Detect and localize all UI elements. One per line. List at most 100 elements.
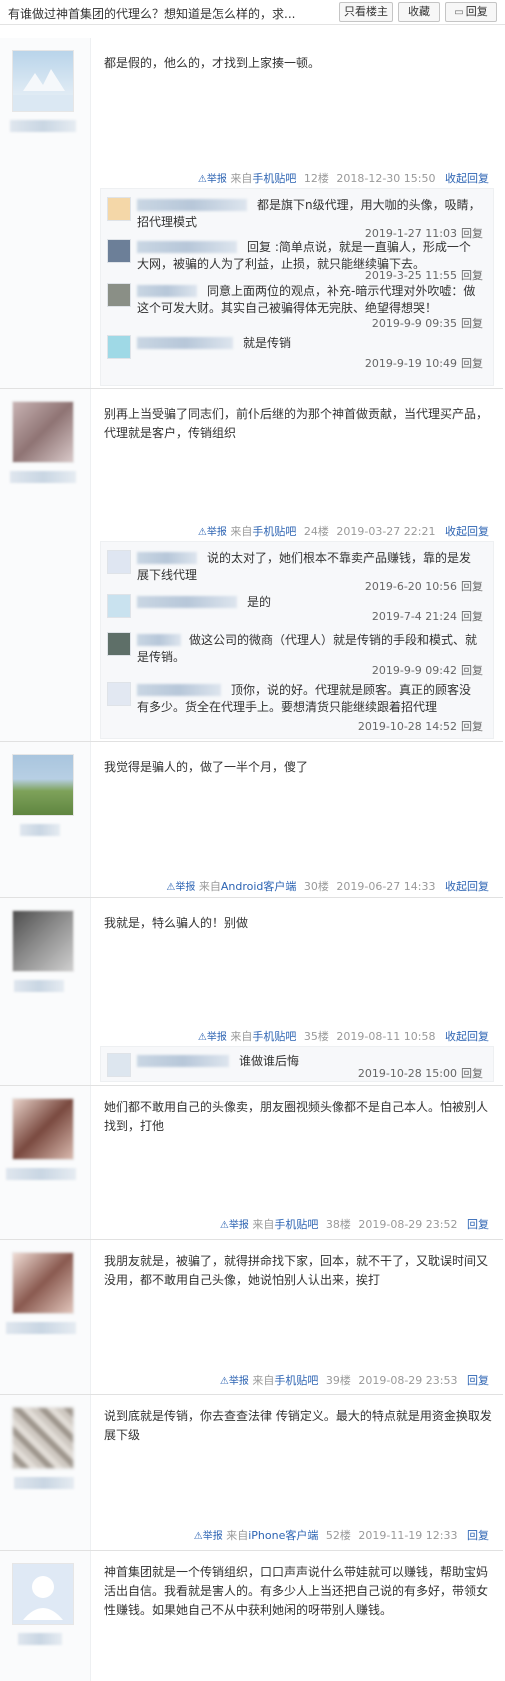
sub-reply-meta: 2019-9-9 09:35 回复 bbox=[372, 315, 483, 331]
post-floor-last: 神首集团就是一个传销组织，口口声声说什么带娃就可以赚钱，帮助宝妈活出自信。我看就… bbox=[0, 1551, 503, 1681]
floor-number: 35楼 bbox=[303, 1030, 329, 1043]
source-link[interactable]: 手机贴吧 bbox=[252, 172, 296, 185]
author-name-blurred[interactable] bbox=[14, 1477, 74, 1489]
report-link[interactable]: ⚠举报 bbox=[198, 527, 227, 538]
avatar[interactable] bbox=[12, 910, 74, 972]
avatar-image bbox=[13, 69, 73, 111]
sub-reply-avatar[interactable] bbox=[107, 335, 131, 359]
author-column bbox=[0, 1395, 91, 1550]
avatar[interactable] bbox=[12, 1098, 74, 1160]
sub-reply-button[interactable]: 回复 bbox=[461, 1067, 483, 1080]
post-time: 2019-08-11 10:58 bbox=[336, 1030, 436, 1043]
sub-reply-time: 2019-3-25 11:55 bbox=[364, 269, 457, 282]
report-link[interactable]: ⚠举报 bbox=[198, 174, 227, 185]
collapse-reply-link[interactable]: 收起回复 bbox=[445, 1030, 489, 1043]
avatar[interactable] bbox=[12, 1407, 74, 1469]
report-link[interactable]: ⚠举报 bbox=[166, 882, 195, 893]
avatar[interactable] bbox=[12, 401, 74, 463]
post-tail: ⚠举报 来自iPhone客户端 52楼 2019-11-19 12:33 回复 bbox=[194, 1527, 489, 1543]
post-time: 2018-12-30 15:50 bbox=[336, 172, 436, 185]
author-name-blurred[interactable] bbox=[18, 1633, 62, 1645]
sub-reply-avatar[interactable] bbox=[107, 632, 131, 656]
author-name-blurred[interactable] bbox=[14, 980, 64, 992]
sub-reply-meta: 2019-9-9 09:42 回复 bbox=[372, 662, 483, 678]
report-link[interactable]: ⚠举报 bbox=[220, 1220, 249, 1231]
source-link[interactable]: 手机贴吧 bbox=[274, 1374, 318, 1387]
source-link[interactable]: 手机贴吧 bbox=[274, 1218, 318, 1231]
sub-replies: 都是旗下n级代理，用大咖的头像，吸睛，招代理模式 2019-1-27 11:03… bbox=[100, 188, 494, 386]
post-source: 来自手机贴吧 bbox=[230, 1030, 297, 1043]
post-tail: ⚠举报 来自手机贴吧 24楼 2019-03-27 22:21 收起回复 bbox=[198, 523, 489, 539]
favorite-button[interactable]: 收藏 bbox=[398, 2, 440, 22]
sub-replies: 说的太对了，她们根本不靠卖产品赚钱，靠的是发展下线代理 2019-6-20 10… bbox=[100, 541, 494, 739]
post-content: 我就是，特么骗人的！别做 bbox=[104, 916, 249, 930]
floor-number: 39楼 bbox=[325, 1374, 351, 1387]
avatar[interactable] bbox=[12, 1252, 74, 1314]
author-name-blurred[interactable] bbox=[10, 120, 76, 132]
post-tail: ⚠举报 来自手机贴吧 12楼 2018-12-30 15:50 收起回复 bbox=[198, 170, 489, 186]
post-floor-39: 我朋友就是，被骗了，就得拼命找下家，回本，就不干了，又耽误时间又没用，都不敢用自… bbox=[0, 1240, 503, 1395]
sub-reply-avatar[interactable] bbox=[107, 550, 131, 574]
collapse-reply-link[interactable]: 收起回复 bbox=[445, 172, 489, 185]
author-name-blurred[interactable] bbox=[10, 471, 76, 483]
author-name-blurred[interactable] bbox=[6, 1168, 76, 1180]
sub-reply-time: 2019-9-9 09:42 bbox=[371, 664, 457, 677]
reply-link[interactable]: 回复 bbox=[467, 1529, 489, 1542]
sub-reply-avatar[interactable] bbox=[107, 239, 131, 263]
sub-reply-avatar[interactable] bbox=[107, 682, 131, 706]
sub-reply-button[interactable]: 回复 bbox=[461, 664, 483, 677]
report-link[interactable]: ⚠举报 bbox=[194, 1531, 223, 1542]
post-tail: ⚠举报 来自Android客户端 30楼 2019-06-27 14:33 收起… bbox=[166, 878, 489, 894]
sub-reply-meta: 2019-10-28 15:00 回复 bbox=[358, 1065, 483, 1081]
sub-reply-time: 2019-9-19 10:49 bbox=[364, 357, 457, 370]
reply-link[interactable]: 回复 bbox=[467, 1218, 489, 1231]
reply-link[interactable]: 回复 bbox=[467, 1374, 489, 1387]
author-column bbox=[0, 898, 91, 1085]
author-column bbox=[0, 742, 91, 897]
post-source: 来自Android客户端 bbox=[198, 880, 297, 893]
floor-number: 38楼 bbox=[325, 1218, 351, 1231]
report-link[interactable]: ⚠举报 bbox=[220, 1376, 249, 1387]
post-content: 都是假的，他么的，才找到上家揍一顿。 bbox=[104, 56, 321, 70]
report-link[interactable]: ⚠举报 bbox=[198, 1032, 227, 1043]
sub-reply-button[interactable]: 回复 bbox=[461, 720, 483, 733]
post-time: 2019-03-27 22:21 bbox=[336, 525, 436, 538]
sub-reply-avatar[interactable] bbox=[107, 1053, 131, 1077]
sub-reply-button[interactable]: 回复 bbox=[461, 269, 483, 282]
sub-reply-meta: 2019-7-4 21:24 回复 bbox=[372, 608, 483, 624]
avatar[interactable] bbox=[12, 754, 74, 816]
author-column bbox=[0, 389, 91, 741]
sub-reply-avatar[interactable] bbox=[107, 594, 131, 618]
sub-reply-time: 2019-10-28 15:00 bbox=[357, 1067, 457, 1080]
post-source: 来自iPhone客户端 bbox=[226, 1529, 319, 1542]
source-link[interactable]: iPhone客户端 bbox=[248, 1529, 318, 1542]
thread-header: 有谁做过神首集团的代理么？想知道是怎么样的，求... 只看楼主 收藏 ▭ 回复 bbox=[0, 0, 505, 25]
sub-reply-time: 2019-7-4 21:24 bbox=[371, 610, 457, 623]
post-content: 说到底就是传销，你去查查法律 传销定义。最大的特点就是用资金换取发展下级 bbox=[104, 1409, 492, 1442]
source-link[interactable]: 手机贴吧 bbox=[252, 525, 296, 538]
collapse-reply-link[interactable]: 收起回复 bbox=[445, 525, 489, 538]
collapse-reply-link[interactable]: 收起回复 bbox=[445, 880, 489, 893]
post-source: 来自手机贴吧 bbox=[252, 1374, 319, 1387]
sub-reply-avatar[interactable] bbox=[107, 283, 131, 307]
post-tail: ⚠举报 来自手机贴吧 38楼 2019-08-29 23:52 回复 bbox=[220, 1216, 489, 1232]
default-avatar[interactable] bbox=[12, 1563, 74, 1625]
sub-reply-button[interactable]: 回复 bbox=[461, 357, 483, 370]
sub-replies: 谁做谁后悔 2019-10-28 15:00 回复 bbox=[100, 1046, 494, 1082]
post-time: 2019-11-19 12:33 bbox=[358, 1529, 458, 1542]
source-link[interactable]: Android客户端 bbox=[221, 880, 297, 893]
avatar[interactable] bbox=[12, 50, 74, 112]
sub-reply-button[interactable]: 回复 bbox=[461, 610, 483, 623]
post-content: 她们都不敢用自己的头像卖，朋友圈视频头像都不是自己本人。怕被别人找到，打他 bbox=[104, 1100, 489, 1133]
reply-button[interactable]: ▭ 回复 bbox=[445, 2, 497, 22]
sub-reply-button[interactable]: 回复 bbox=[461, 317, 483, 330]
source-link[interactable]: 手机贴吧 bbox=[252, 1030, 296, 1043]
post-source: 来自手机贴吧 bbox=[252, 1218, 319, 1231]
sub-reply-button[interactable]: 回复 bbox=[461, 580, 483, 593]
only-op-button[interactable]: 只看楼主 bbox=[339, 2, 393, 22]
sub-reply-avatar[interactable] bbox=[107, 197, 131, 221]
author-name-blurred[interactable] bbox=[20, 824, 60, 836]
sub-reply-meta: 2019-3-25 11:55 回复 bbox=[365, 267, 483, 283]
author-name-blurred[interactable] bbox=[6, 1322, 76, 1334]
sub-reply-time: 2019-10-28 14:52 bbox=[357, 720, 457, 733]
